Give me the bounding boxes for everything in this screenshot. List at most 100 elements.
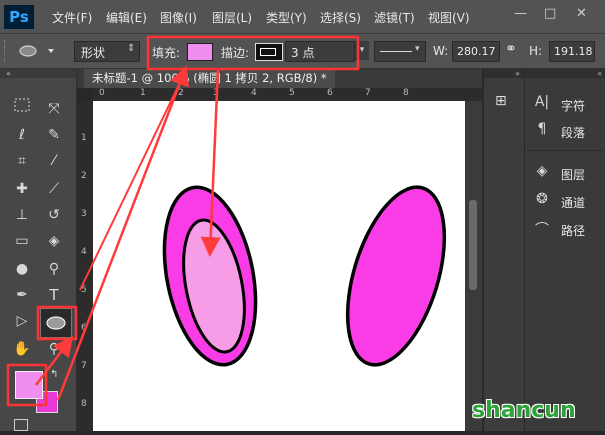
- ruler-tick-label: 7: [365, 88, 371, 98]
- eraser-icon[interactable]: ▭: [8, 229, 36, 253]
- height-label: H:: [529, 44, 543, 58]
- move-tool-icon[interactable]: ⤧: [40, 97, 68, 121]
- vertical-ruler: 1 2 3 4 5 6 7 8: [77, 101, 94, 431]
- panel-paragraph[interactable]: 段落: [561, 124, 585, 141]
- properties-icon[interactable]: ⊞: [495, 93, 507, 109]
- panel-channels[interactable]: 通道: [561, 194, 585, 211]
- brush-tool-icon[interactable]: ⟋: [40, 177, 68, 201]
- ellipse-tool-button[interactable]: [40, 308, 72, 338]
- ruler-tick-label: 6: [81, 323, 87, 333]
- link-icon[interactable]: ⚭: [505, 41, 517, 57]
- height-input[interactable]: 191.18: [549, 41, 595, 62]
- mode-value: 形状: [81, 46, 106, 60]
- ruler-tick-label: 1: [81, 133, 87, 143]
- ruler-tick-label: 4: [251, 88, 257, 98]
- hand-tool-icon[interactable]: ✋: [8, 337, 36, 361]
- width-value: 280.17: [457, 45, 496, 58]
- scrollbar-thumb[interactable]: [469, 200, 477, 290]
- crop-tool-icon[interactable]: ⌗: [8, 149, 36, 173]
- tool-preset-picker[interactable]: [12, 40, 62, 62]
- marquee-tool-icon[interactable]: [8, 97, 36, 121]
- zoom-tool-icon[interactable]: ⚲: [40, 337, 68, 361]
- canvas-artwork: [162, 185, 447, 367]
- ruler-tick-label: 8: [81, 399, 87, 409]
- paint-bucket-icon[interactable]: ◈: [40, 229, 68, 253]
- menu-view[interactable]: 视图(V): [428, 9, 470, 26]
- minimize-button[interactable]: —: [514, 6, 527, 21]
- path-selection-icon[interactable]: ▷: [8, 309, 36, 333]
- panel-character[interactable]: 字符: [561, 97, 585, 114]
- close-button[interactable]: ✕: [576, 6, 587, 21]
- swap-colors-icon[interactable]: ↰: [50, 369, 58, 380]
- chevron-down-icon: ▾: [415, 44, 420, 54]
- menu-file[interactable]: 文件(F): [52, 9, 92, 26]
- solid-line-icon: [380, 51, 412, 52]
- menu-select[interactable]: 选择(S): [320, 9, 361, 26]
- ellipse-tool-icon: [19, 45, 54, 57]
- collapse-icon[interactable]: «: [0, 69, 76, 78]
- canvas-area[interactable]: [93, 101, 465, 431]
- dodge-tool-icon[interactable]: ⚲: [40, 257, 68, 281]
- stroke-swatch[interactable]: [255, 43, 283, 61]
- quick-selection-icon[interactable]: ✎: [40, 123, 68, 147]
- fill-label: 填充:: [152, 46, 181, 60]
- blur-tool-icon[interactable]: ●: [8, 257, 36, 281]
- menu-edit[interactable]: 编辑(E): [106, 9, 147, 26]
- history-brush-icon[interactable]: ↺: [40, 203, 68, 227]
- options-bar: 形状 ⇕ 填充: 描边: 3 点 ▾ ▾ W: 280.17 ⚭ H: 191.…: [0, 34, 605, 69]
- ruler-tick-label: 8: [403, 88, 409, 98]
- stroke-type-select[interactable]: ▾: [374, 41, 426, 62]
- stroke-label: 描边:: [221, 46, 250, 60]
- document-canvas[interactable]: [93, 101, 465, 431]
- quick-mask-icon[interactable]: [14, 419, 28, 431]
- ruler-tick-label: 1: [140, 88, 146, 98]
- pen-tool-icon[interactable]: ✒: [8, 283, 36, 307]
- watermark: shancun: [472, 398, 576, 423]
- width-label: W:: [433, 44, 449, 58]
- channels-icon[interactable]: ❂: [532, 191, 552, 207]
- collapse-icon[interactable]: »: [484, 69, 524, 78]
- stroke-width-input[interactable]: 3 点: [285, 41, 355, 62]
- menu-bar: Ps 文件(F) 编辑(E) 图像(I) 图层(L) 类型(Y) 选择(S) 滤…: [0, 0, 605, 34]
- height-value: 191.18: [554, 45, 593, 58]
- ruler-tick-label: 4: [81, 247, 87, 257]
- menu-filter[interactable]: 滤镜(T): [374, 9, 415, 26]
- foreground-color-swatch[interactable]: [15, 371, 43, 399]
- options-grip: [4, 40, 8, 62]
- ruler-tick-label: 3: [213, 88, 219, 98]
- paths-icon[interactable]: ⌒: [532, 219, 552, 239]
- menu-layer[interactable]: 图层(L): [212, 9, 252, 26]
- ruler-tick-label: 2: [178, 88, 184, 98]
- lasso-tool-icon[interactable]: ℓ: [8, 123, 36, 147]
- mode-select[interactable]: 形状 ⇕: [74, 41, 140, 62]
- panel-dock-strip: » ⊞: [483, 69, 524, 431]
- panel-divider: [527, 150, 603, 151]
- ruler-tick-label: 5: [81, 285, 87, 295]
- ruler-tick-label: 2: [81, 171, 87, 181]
- character-icon[interactable]: A|: [532, 94, 552, 110]
- paragraph-icon[interactable]: ¶: [532, 121, 552, 137]
- right-ellipse-shape: [345, 185, 447, 367]
- healing-brush-icon[interactable]: ✚: [8, 177, 36, 201]
- ruler-tick-label: 7: [81, 361, 87, 371]
- layers-icon[interactable]: ◈: [532, 163, 552, 179]
- stroke-width-dropdown[interactable]: ▾: [355, 41, 369, 60]
- eyedropper-icon[interactable]: ⁄: [40, 149, 68, 173]
- tools-panel: « ⤧ ℓ ✎ ⌗ ⁄ ✚ ⟋ ⊥ ↺ ▭ ◈ ● ⚲ ✒ T ▷ ✋ ⚲ ↰: [0, 69, 77, 431]
- updown-icon: ⇕: [127, 43, 136, 54]
- ellipse-icon: [46, 316, 66, 330]
- type-tool-icon[interactable]: T: [40, 283, 68, 307]
- stroke-width-value: 3 点: [291, 46, 315, 60]
- document-tab[interactable]: 未标题-1 @ 100% (椭圆 1 拷贝 2, RGB/8) *: [84, 69, 335, 88]
- menu-image[interactable]: 图像(I): [160, 9, 197, 26]
- panel-paths[interactable]: 路径: [561, 222, 585, 239]
- fill-swatch[interactable]: [187, 43, 213, 61]
- restore-button[interactable]: □: [544, 6, 556, 21]
- expand-icon[interactable]: «: [525, 69, 605, 78]
- menu-type[interactable]: 类型(Y): [266, 9, 307, 26]
- width-input[interactable]: 280.17: [452, 41, 500, 62]
- horizontal-ruler: 0 1 2 3 4 5 6 7 8: [93, 88, 482, 102]
- panel-layers[interactable]: 图层: [561, 166, 585, 183]
- clone-stamp-icon[interactable]: ⊥: [8, 203, 36, 227]
- photoshop-logo: Ps: [4, 5, 34, 29]
